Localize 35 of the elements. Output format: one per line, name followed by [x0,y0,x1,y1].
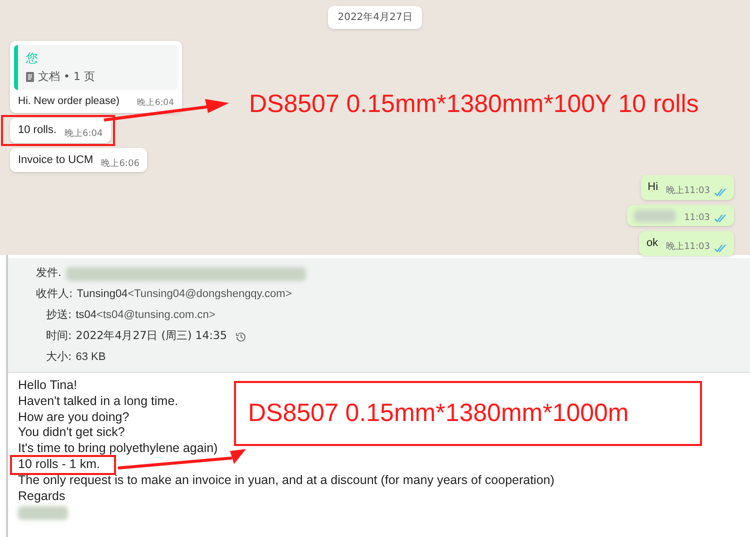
message-text: ok [646,236,658,251]
field-label: 收件人: [36,286,73,302]
contact-name: ts04 [76,308,97,324]
email-address[interactable]: <ts04@tunsing.com.cn> [96,307,216,324]
field-value: 63 KB [76,350,106,366]
message-time: 晚上6:04 [64,128,103,142]
body-line: Regards [18,488,66,504]
message-time: 晚上11:03 [666,185,710,198]
body-line: Hello Tina! [18,378,78,394]
quote-author: 您 [26,50,39,67]
body-line: The only request is to make an invoice in yuan, and at a discount (for many years of cooperation) [18,472,554,489]
email-address[interactable]: <Tunsing04@dongshengqy.com> [128,286,292,303]
date-chip: 2022年4月27日 [328,6,422,29]
contact-name: Tunsing04 [76,287,128,302]
message-text: Invoice to UCM [18,152,94,168]
annotation-callout: DS8507 0.15mm*1380mm*1000m [234,381,702,446]
message-time: 晚上6:06 [101,158,140,171]
body-line: 10 rolls - 1 km. [18,456,100,473]
body-line: How are you doing? [18,410,130,426]
message-text: Hi [648,180,658,195]
body-line: You didn't get sick? [18,425,125,442]
message-time: 晚上11:03 [666,241,710,254]
field-label: 发件. [36,265,62,282]
field-label: 大小: [46,349,72,366]
field-value: 2022年4月27日 (周三) 14:35 [76,328,227,344]
message-time: 11:03 [684,212,710,224]
body-line: It's time to bring polyethylene again) [18,441,218,457]
field-label: 抄送: [46,307,72,324]
message-text: 10 rolls. [18,123,57,138]
message-time: 晚上6:04 [136,96,174,110]
document-info: 文档 • 1 页 [38,69,95,85]
message-text: Hi. New order please) [18,94,120,108]
annotation-text: DS8507 0.15mm*1380mm*100Y 10 rolls [249,89,699,120]
body-line: Haven't talked in a long time. [18,394,178,410]
field-label: 时间: [46,328,72,344]
